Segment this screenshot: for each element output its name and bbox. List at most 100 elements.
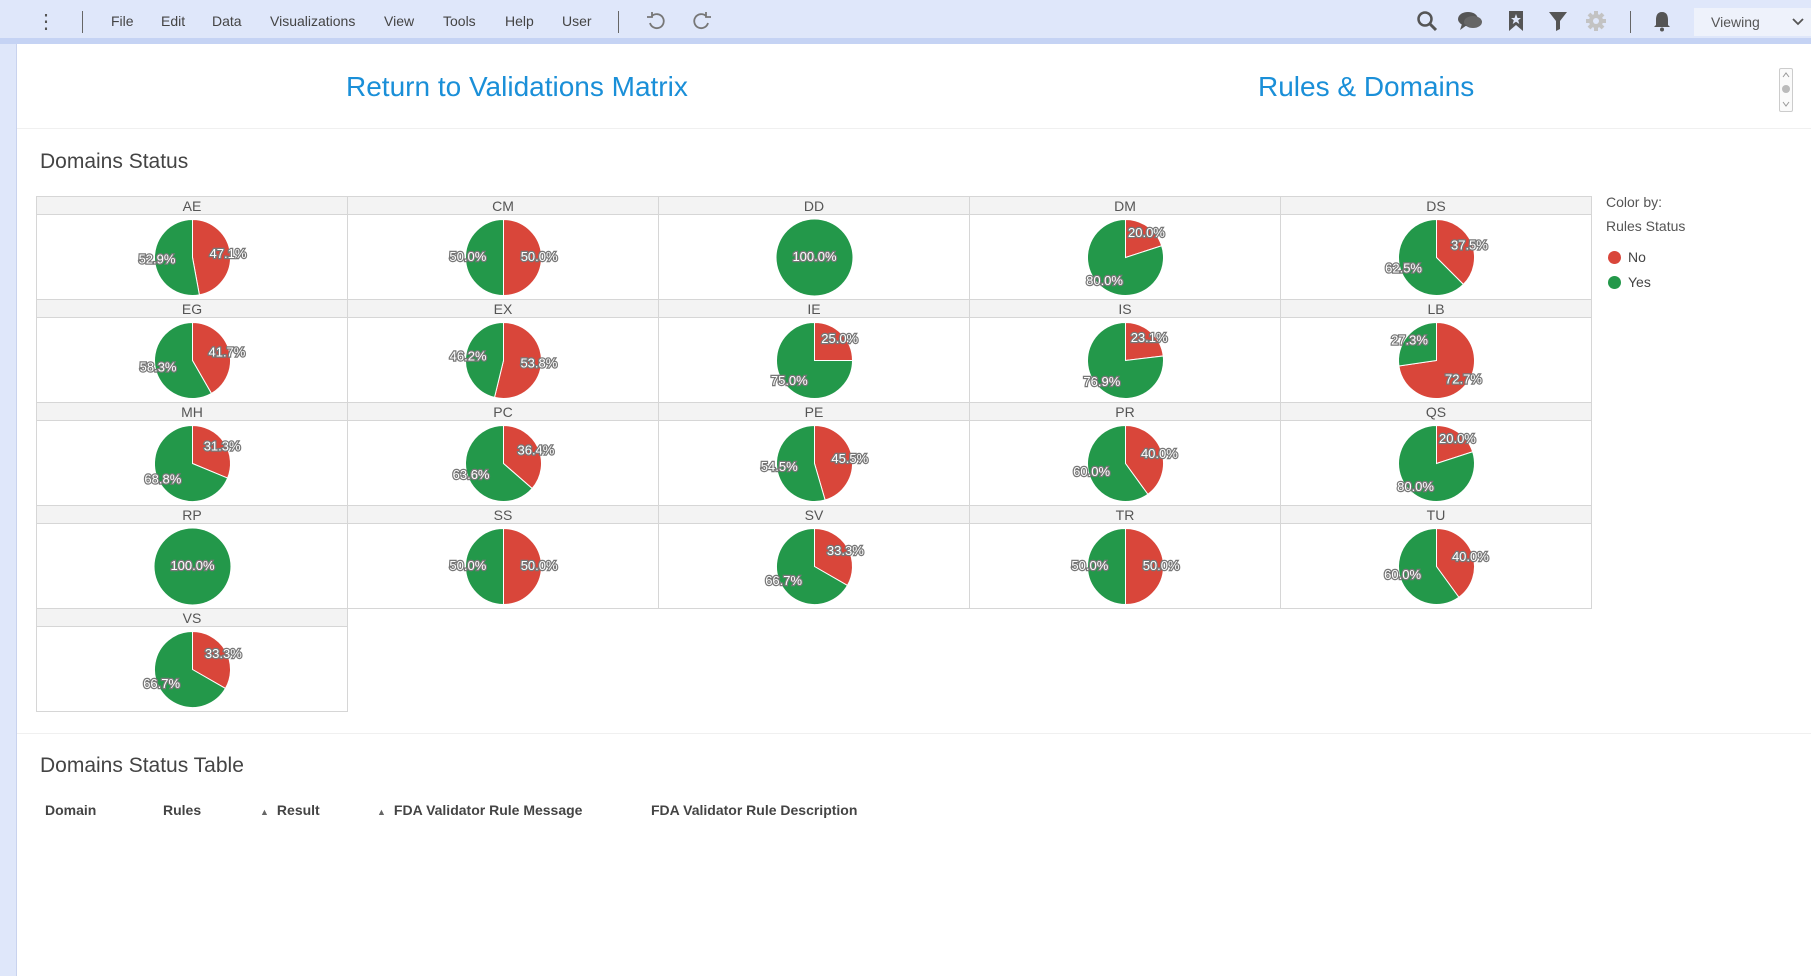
pie-chart: 40.0% 60.0% (1383, 527, 1490, 605)
column-header-result[interactable]: ▲ Result (260, 802, 320, 818)
undo-icon[interactable] (643, 8, 669, 34)
search-icon[interactable] (1414, 8, 1440, 34)
bookmark-icon[interactable] (1503, 8, 1529, 34)
pie-panel-cm[interactable]: CM 50.0% 50.0% (347, 196, 659, 300)
pie-panel-tu[interactable]: TU 40.0% 60.0% (1280, 505, 1592, 609)
pie-panel-qs[interactable]: QS 20.0% 80.0% (1280, 402, 1592, 506)
slice-label-no: 41.7% (208, 344, 245, 359)
pie-chart: 41.7% 58.3% (138, 321, 247, 399)
toolbar-divider (1630, 11, 1631, 33)
legend-color-by: Color by: (1606, 194, 1663, 210)
slice-label-no: 37.5% (1451, 238, 1488, 253)
menu-data[interactable]: Data (212, 13, 242, 29)
mode-selector[interactable]: Viewing (1694, 8, 1811, 36)
pie-panel-title: PE (659, 403, 969, 421)
pie-panel-rp[interactable]: RP 100.0% (36, 505, 348, 609)
notification-bell-icon[interactable] (1649, 8, 1675, 34)
pie-panel-pr[interactable]: PR 40.0% 60.0% (969, 402, 1281, 506)
pie-panel-sv[interactable]: SV 33.3% 66.7% (658, 505, 970, 609)
pie-panel-is[interactable]: IS 23.1% 76.9% (969, 299, 1281, 403)
more-options-icon[interactable]: ⋮ (36, 10, 56, 34)
pie-panel-title: PR (970, 403, 1280, 421)
legend-item-yes[interactable]: Yes (1608, 274, 1651, 290)
chevron-down-icon (1791, 8, 1805, 45)
pie-chart: 31.3% 68.8% (143, 424, 242, 502)
pie-panel-ie[interactable]: IE 25.0% 75.0% (658, 299, 970, 403)
domains-status-table-title: Domains Status Table (40, 754, 244, 777)
redo-icon[interactable] (689, 8, 715, 34)
menu-user[interactable]: User (562, 13, 592, 29)
pie-panel-dm[interactable]: DM 20.0% 80.0% (969, 196, 1281, 300)
pie-panel-tr[interactable]: TR 50.0% 50.0% (969, 505, 1281, 609)
column-header-domain[interactable]: Domain (45, 802, 96, 818)
pie-panel-pe[interactable]: PE 45.5% 54.5% (658, 402, 970, 506)
gear-icon[interactable] (1583, 8, 1609, 34)
slice-label-no: 33.3% (827, 543, 864, 558)
pie-panel-title: IE (659, 300, 969, 318)
slice-label-yes: 60.0% (1073, 464, 1110, 479)
pie-panel-dd[interactable]: DD 100.0% (658, 196, 970, 300)
slice-label-yes: 63.6% (453, 467, 490, 482)
slice-label-no: 50.0% (1143, 558, 1180, 573)
pie-panel-ds[interactable]: DS 37.5% 62.5% (1280, 196, 1592, 300)
pie-panel-ss[interactable]: SS 50.0% 50.0% (347, 505, 659, 609)
toolbar-divider (618, 11, 619, 33)
pie-chart: 20.0% 80.0% (1085, 218, 1167, 296)
slice-label-yes: 76.9% (1083, 374, 1120, 389)
sort-ascending-icon: ▲ (260, 807, 269, 817)
pie-chart: 33.3% 66.7% (142, 630, 243, 708)
pie-panel-title: IS (970, 300, 1280, 318)
slice-label-no: 36.4% (517, 443, 554, 458)
slice-label-no: 20.0% (1439, 431, 1476, 446)
pie-panel-title: DS (1281, 197, 1591, 215)
pie-panel-ae[interactable]: AE 47.1% 52.9% (36, 196, 348, 300)
pie-chart: 40.0% 60.0% (1072, 424, 1179, 502)
comments-icon[interactable] (1457, 8, 1483, 34)
pie-panel-pc[interactable]: PC 36.4% 63.6% (347, 402, 659, 506)
pie-panel-lb[interactable]: LB 72.7% 27.3% (1280, 299, 1592, 403)
pie-chart: 23.1% 76.9% (1082, 321, 1169, 399)
pie-panel-mh[interactable]: MH 31.3% 68.8% (36, 402, 348, 506)
menu-tools[interactable]: Tools (443, 13, 476, 29)
pie-chart: 36.4% 63.6% (451, 424, 556, 502)
page-scroll-indicator[interactable] (1779, 68, 1793, 112)
legend-rules-status: Rules Status (1606, 218, 1686, 234)
section-divider (17, 733, 1811, 734)
slice-label-no: 47.1% (210, 246, 247, 261)
filter-icon[interactable] (1545, 8, 1571, 34)
column-header-fda-rule-message[interactable]: ▲ FDA Validator Rule Message (377, 802, 582, 818)
pie-panel-ex[interactable]: EX 53.8% 46.2% (347, 299, 659, 403)
pie-chart: 50.0% 50.0% (448, 527, 559, 606)
menu-help[interactable]: Help (505, 13, 534, 29)
pie-chart: 50.0% 50.0% (1070, 527, 1181, 606)
legend-yes-label: Yes (1628, 274, 1651, 290)
column-header-fda-rule-description[interactable]: FDA Validator Rule Description (651, 802, 857, 818)
pie-chart: 47.1% 52.9% (137, 218, 248, 296)
pie-panel-eg[interactable]: EG 41.7% 58.3% (36, 299, 348, 403)
slice-label-yes: 80.0% (1086, 273, 1123, 288)
pie-chart: 72.7% 27.3% (1390, 321, 1484, 399)
pie-panel-vs[interactable]: VS 33.3% 66.7% (36, 608, 348, 712)
slice-label-yes: 58.3% (140, 360, 177, 375)
menu-edit[interactable]: Edit (161, 13, 185, 29)
pie-panel-title: TU (1281, 506, 1591, 524)
slice-label-yes: 27.3% (1391, 333, 1428, 348)
menu-visualizations[interactable]: Visualizations (270, 13, 355, 29)
legend-item-no[interactable]: No (1608, 249, 1646, 265)
pie-chart: 20.0% 80.0% (1396, 424, 1478, 502)
slice-label-yes: 52.9% (139, 252, 176, 267)
column-header-rules[interactable]: Rules (163, 802, 201, 818)
return-to-validations-matrix-link[interactable]: Return to Validations Matrix (346, 71, 688, 103)
pie-panel-title: RP (37, 506, 347, 524)
slice-label-yes: 68.8% (144, 471, 181, 486)
pie-panel-title: SV (659, 506, 969, 524)
slice-label-yes: 75.0% (771, 373, 808, 388)
slice-label-no: 40.0% (1141, 446, 1178, 461)
rules-and-domains-link[interactable]: Rules & Domains (1258, 71, 1474, 103)
slice-label-no: 31.3% (204, 438, 241, 453)
menu-view[interactable]: View (384, 13, 414, 29)
pie-chart: 25.0% 75.0% (770, 321, 860, 399)
slice-label-no: 23.1% (1131, 330, 1168, 345)
column-header-fda-rule-message-label: FDA Validator Rule Message (393, 802, 583, 818)
menu-file[interactable]: File (111, 13, 134, 29)
